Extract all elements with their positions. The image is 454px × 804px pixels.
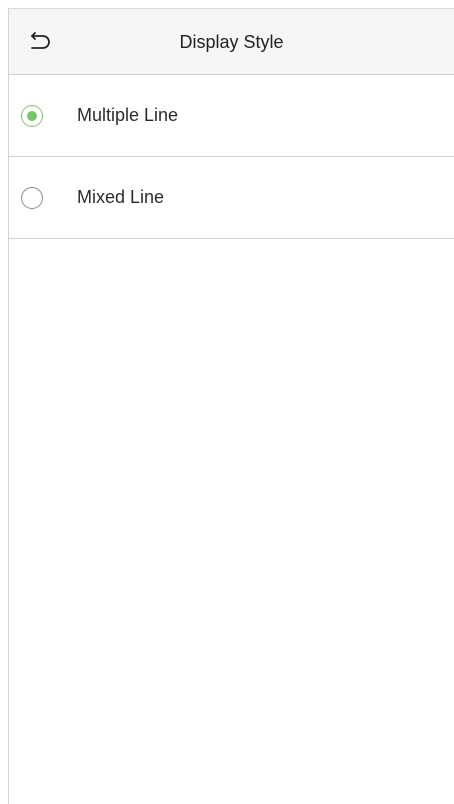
- back-arrow-icon: [31, 32, 50, 49]
- option-multiple-line[interactable]: Multiple Line: [9, 75, 454, 157]
- radio-selected-icon[interactable]: [21, 104, 43, 127]
- display-style-screen: Display Style Multiple Line Mixed Line: [8, 8, 454, 804]
- page-title: Display Style: [179, 32, 284, 52]
- radio-unselected-icon[interactable]: [21, 186, 43, 209]
- option-label: Multiple Line: [77, 105, 179, 125]
- header-bar: Display Style: [9, 9, 454, 75]
- radio-dot: [27, 110, 37, 121]
- option-label: Mixed Line: [77, 187, 165, 207]
- option-mixed-line[interactable]: Mixed Line: [9, 157, 454, 239]
- back-button[interactable]: [23, 27, 55, 59]
